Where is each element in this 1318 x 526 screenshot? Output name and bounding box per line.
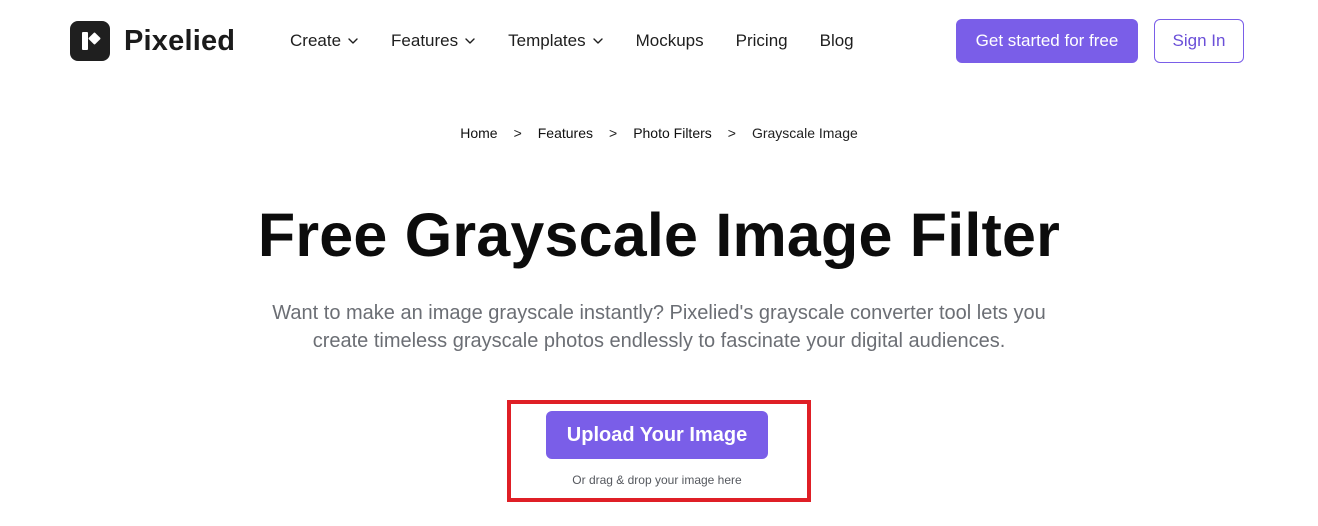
nav-item-label: Templates <box>508 31 586 50</box>
breadcrumb: Home > Features > Photo Filters > Graysc… <box>0 125 1318 141</box>
nav-item-label: Pricing <box>735 31 788 50</box>
nav-item-mockups[interactable]: Mockups <box>636 31 704 51</box>
breadcrumb-separator: > <box>513 125 522 141</box>
main-menu: Create Features Templates Mockups Pricin… <box>290 30 886 52</box>
pixelied-logo-icon <box>70 21 110 61</box>
chevron-down-icon <box>465 38 475 44</box>
nav-item-pricing[interactable]: Pricing <box>736 31 788 51</box>
breadcrumb-current-page: Grayscale Image <box>751 125 858 141</box>
sign-in-button[interactable]: Sign In <box>1154 19 1244 63</box>
upload-image-button[interactable]: Upload Your Image <box>546 411 768 459</box>
breadcrumb-separator: > <box>609 125 618 141</box>
chevron-down-icon <box>348 38 358 44</box>
chevron-down-icon <box>592 38 603 44</box>
nav-item-label: Create <box>290 31 342 50</box>
nav-item-label: Features <box>391 31 459 50</box>
brand-logo[interactable]: Pixelied <box>70 21 235 61</box>
nav-item-create[interactable]: Create <box>290 31 359 51</box>
nav-item-label: Blog <box>819 31 854 50</box>
nav-item-blog[interactable]: Blog <box>820 31 854 51</box>
nav-item-label: Mockups <box>635 31 704 50</box>
drag-drop-hint: Or drag & drop your image here <box>572 473 742 487</box>
breadcrumb-separator: > <box>727 125 736 141</box>
hero-description: Want to make an image grayscale instantl… <box>272 302 1046 352</box>
nav-item-features[interactable]: Features <box>391 31 476 51</box>
get-started-button[interactable]: Get started for free <box>956 19 1138 63</box>
breadcrumb-features[interactable]: Features <box>538 125 593 141</box>
breadcrumb-photo-filters[interactable]: Photo Filters <box>633 125 712 141</box>
page-title: Free Grayscale Image Filter <box>257 201 1061 269</box>
breadcrumb-home[interactable]: Home <box>460 125 497 141</box>
brand-name: Pixelied <box>124 24 236 57</box>
nav-item-templates[interactable]: Templates <box>508 31 603 51</box>
top-navigation: Pixelied Create Features Templates Mocku… <box>0 0 1318 82</box>
